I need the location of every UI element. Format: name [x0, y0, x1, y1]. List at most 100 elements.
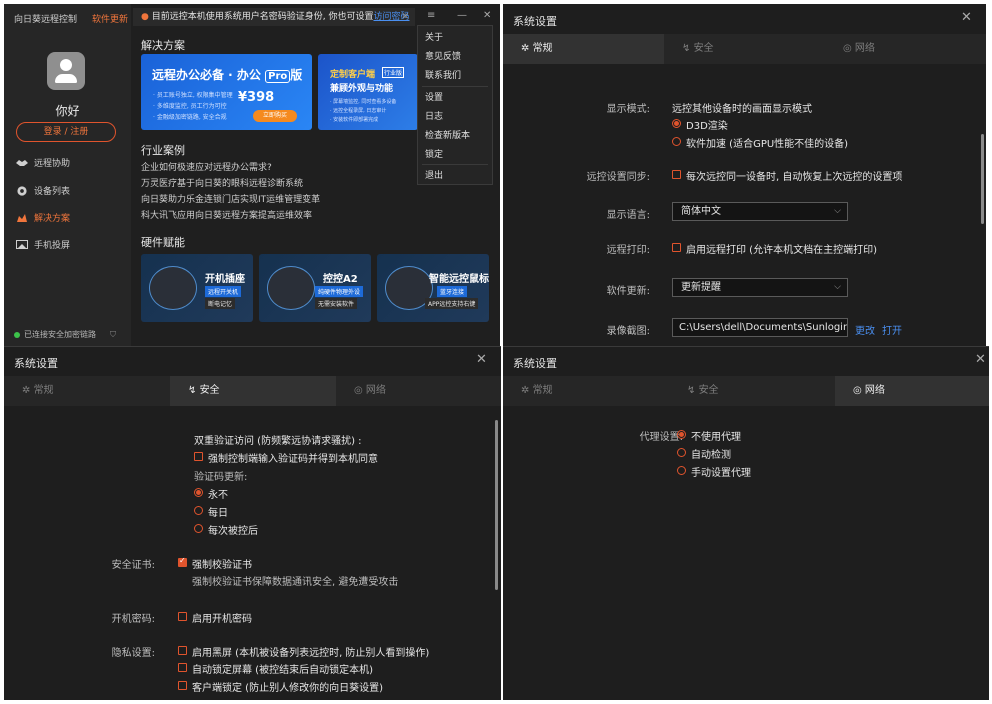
- lock-icon[interactable]: ⛉: [110, 330, 116, 340]
- capture-label: 录像截图:: [606, 326, 650, 337]
- settings-close-icon[interactable]: ✕: [975, 352, 986, 367]
- menu-item-check-update[interactable]: 检查新版本: [425, 128, 470, 141]
- radio-software-accel[interactable]: [672, 137, 681, 146]
- change-path-link[interactable]: 更改: [855, 322, 875, 337]
- twofa-option: 强制控制端输入验证码并得到本机同意: [208, 454, 378, 465]
- tab-general[interactable]: ✲ 常规: [503, 376, 669, 406]
- radio-manual-proxy[interactable]: [677, 466, 686, 475]
- tab-network[interactable]: ◎ 网络: [825, 34, 986, 64]
- menu-item-contact[interactable]: 联系我们: [425, 68, 461, 81]
- sidebar-item-solutions[interactable]: 解决方案: [16, 211, 70, 224]
- privacy-blackscreen-checkbox[interactable]: [178, 646, 187, 655]
- connection-status: 已连接安全加密链路 ⛉: [14, 329, 116, 340]
- menu-item-log[interactable]: 日志: [425, 109, 443, 122]
- radio-auto-detect[interactable]: [677, 448, 686, 457]
- remote-print-checkbox[interactable]: [672, 243, 681, 252]
- radio-d3d[interactable]: [672, 119, 681, 128]
- solutions-icon: [17, 213, 27, 222]
- tab-network[interactable]: ◎ 网络: [336, 376, 501, 406]
- privacy-autolock-checkbox[interactable]: [178, 663, 187, 672]
- language-select[interactable]: 简体中文 ⌵: [672, 202, 848, 221]
- buy-now-button[interactable]: 立即购买: [253, 110, 297, 122]
- menu-icon[interactable]: ≡: [427, 10, 435, 21]
- capture-path-input[interactable]: C:\Users\dell\Documents\Sunlogin: [672, 318, 848, 337]
- radio-code-after-control-label: 每次被控后: [208, 526, 258, 537]
- avatar[interactable]: [47, 52, 85, 90]
- cert-checkbox[interactable]: [178, 556, 187, 567]
- settings-close-icon[interactable]: ✕: [961, 10, 972, 25]
- radio-code-daily[interactable]: [194, 506, 203, 515]
- tab-general[interactable]: ✲ 常规: [4, 376, 170, 406]
- radio-code-daily-label: 每日: [208, 508, 228, 519]
- settings-window-network: 系统设置 ✕ ✲ 常规 ↯ 安全 ◎ 网络 代理设置: 不使用代理 自动检测 手…: [503, 346, 989, 700]
- shield-icon: ↯: [687, 385, 699, 396]
- radio-code-never[interactable]: [194, 488, 203, 497]
- update-select[interactable]: 更新提醒 ⌵: [672, 278, 848, 297]
- privacy-client-lock-checkbox[interactable]: [178, 681, 187, 690]
- main-menu: 关于 意见反馈 联系我们 设置 日志 检查新版本 锁定 退出: [417, 25, 493, 185]
- hardware-card-a2[interactable]: 控控A2 纯硬件物理外设 无需安装软件: [259, 254, 371, 322]
- radio-d3d-label: D3D渲染: [686, 121, 728, 132]
- hardware-card-mouse[interactable]: 智能远控鼠标 蓝牙连接 APP远控支持右键: [377, 254, 489, 322]
- twofa-checkbox[interactable]: [194, 452, 203, 461]
- privacy-option: 自动锁定屏幕 (被控结束后自动锁定本机): [192, 665, 373, 676]
- login-button[interactable]: 登录 / 注册: [16, 122, 116, 142]
- hardware-feature: 断电记忆: [205, 298, 236, 309]
- notice-close-icon[interactable]: ✕: [401, 8, 409, 26]
- open-path-link[interactable]: 打开: [882, 322, 902, 337]
- menu-item-settings[interactable]: 设置: [425, 90, 443, 103]
- sidebar-item-label: 设备列表: [34, 187, 71, 197]
- hardware-feature: 纯硬件物理外设: [315, 286, 364, 297]
- scrollbar[interactable]: [495, 420, 498, 590]
- close-icon[interactable]: ✕: [483, 10, 491, 21]
- tab-security[interactable]: ↯ 安全: [664, 34, 825, 64]
- scrollbar[interactable]: [981, 134, 984, 224]
- radio-manual-proxy-label: 手动设置代理: [691, 468, 751, 479]
- sidebar-item-label: 解决方案: [34, 214, 71, 224]
- sidebar-item-screen-cast[interactable]: 手机投屏: [16, 238, 70, 251]
- radio-no-proxy-label: 不使用代理: [691, 432, 741, 443]
- menu-item-lock[interactable]: 锁定: [425, 147, 443, 160]
- tab-security[interactable]: ↯ 安全: [669, 376, 835, 406]
- menu-item-about[interactable]: 关于: [425, 30, 443, 43]
- case-link[interactable]: 向日葵助力乐金连锁门店实现IT运维管理变革: [141, 192, 320, 205]
- settings-tabs: ✲ 常规 ↯ 安全 ◎ 网络: [503, 376, 989, 406]
- hardware-card-power-socket[interactable]: 开机插座 远程开关机 断电记忆: [141, 254, 253, 322]
- privacy-label: 隐私设置:: [111, 648, 155, 659]
- screen-cast-icon: [16, 239, 28, 249]
- menu-item-exit[interactable]: 退出: [425, 168, 443, 181]
- handshake-icon: [16, 159, 28, 166]
- boot-password-option: 启用开机密码: [192, 614, 252, 625]
- banner-remote-office[interactable]: 远程办公必备 · 办公 Pro 版 · 员工账号独立, 权限集中管理 · 多维度监…: [141, 54, 312, 130]
- radio-code-after-control[interactable]: [194, 524, 203, 533]
- sync-checkbox[interactable]: [672, 170, 681, 179]
- radio-no-proxy[interactable]: [677, 430, 686, 439]
- case-link[interactable]: 企业如何极速应对远程办公需求?: [141, 160, 272, 173]
- case-link[interactable]: 万灵医疗基于向日葵的眼科远程诊断系统: [141, 176, 303, 189]
- boot-password-label: 开机密码:: [111, 614, 155, 625]
- menu-divider: [422, 86, 488, 87]
- menu-item-feedback[interactable]: 意见反馈: [425, 49, 461, 62]
- boot-password-checkbox[interactable]: [178, 612, 187, 621]
- power-socket-icon: [149, 266, 197, 310]
- sidebar-item-device-list[interactable]: 设备列表: [16, 184, 70, 197]
- software-update-link[interactable]: 软件更新: [92, 12, 128, 25]
- settings-title: 系统设置: [513, 357, 557, 370]
- hardware-name: 开机插座: [205, 274, 245, 285]
- case-link[interactable]: 科大讯飞应用向日葵远程方案提高运维效率: [141, 208, 312, 221]
- notice-bar: ● 目前远控本机使用系统用户名密码验证身份, 你也可设置访问密码 ✕: [133, 8, 415, 26]
- banner-custom-client[interactable]: 定制客户端 行业版 兼顾外观与功能 · 屏幕墙监控, 同时查看多设备 · 远控全…: [318, 54, 418, 130]
- remote-print-option: 启用远程打印 (允许本机文档在主控端打印): [686, 245, 877, 256]
- cases-title: 行业案例: [141, 144, 185, 157]
- privacy-option: 启用黑屏 (本机被设备列表远控时, 防止别人看到操作): [192, 648, 430, 659]
- status-dot-icon: [14, 331, 20, 338]
- tab-network[interactable]: ◎ 网络: [835, 376, 989, 406]
- settings-close-icon[interactable]: ✕: [476, 352, 487, 367]
- tab-general[interactable]: ✲ 常规: [503, 34, 664, 64]
- minimize-icon[interactable]: —: [457, 10, 467, 21]
- code-update-label: 验证码更新:: [194, 472, 248, 483]
- control-box-icon: [267, 266, 315, 310]
- tab-security[interactable]: ↯ 安全: [170, 376, 336, 406]
- sidebar-item-remote-assist[interactable]: 远程协助: [16, 156, 70, 169]
- bell-icon: ●: [141, 12, 149, 22]
